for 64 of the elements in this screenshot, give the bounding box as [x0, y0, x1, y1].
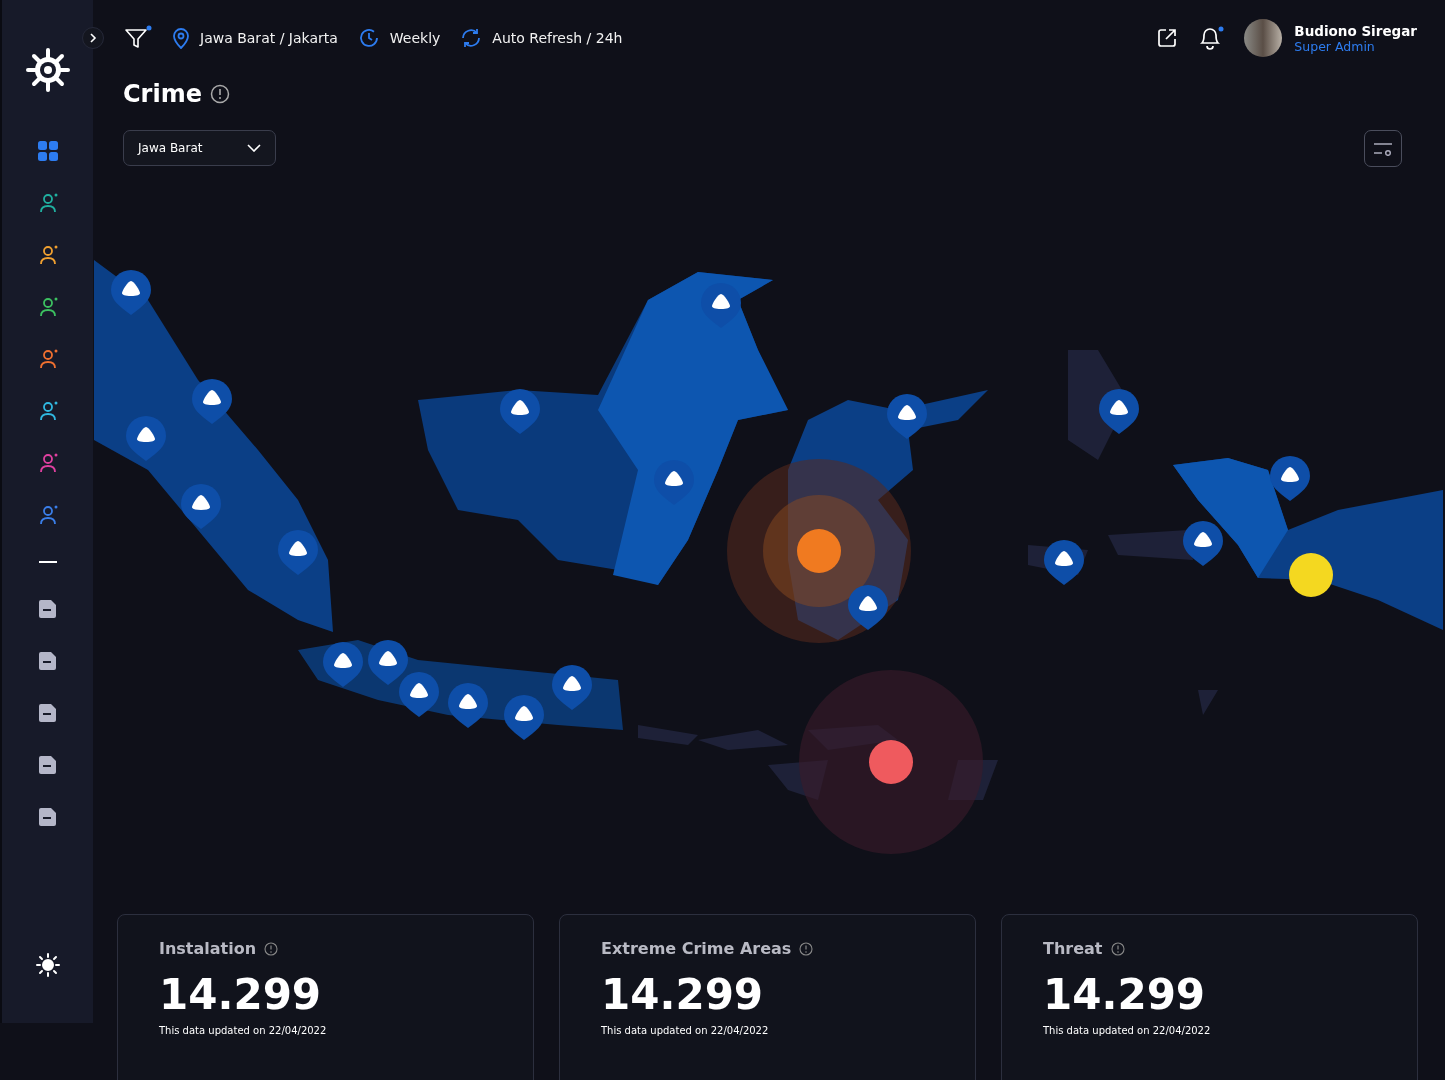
avatar[interactable]: [1244, 19, 1283, 57]
document-icon[interactable]: [36, 754, 59, 776]
chevron-right-icon: [89, 33, 97, 43]
info-icon[interactable]: [799, 941, 814, 956]
location-text[interactable]: Jawa Barat / Jakarta: [200, 30, 338, 46]
map-pin[interactable]: [448, 683, 488, 728]
notification-bell-icon[interactable]: [1198, 26, 1225, 50]
hotspot-marker[interactable]: [869, 740, 913, 784]
location-pin-icon: [172, 27, 190, 49]
document-icon[interactable]: [36, 650, 59, 672]
map-pin[interactable]: [552, 665, 592, 710]
map-pin[interactable]: [848, 585, 888, 630]
expand-button[interactable]: [82, 27, 104, 49]
map-pin[interactable]: [399, 672, 439, 717]
stat-value: 14.299: [1043, 970, 1207, 1019]
document-icon[interactable]: [36, 702, 59, 724]
filter-settings-button[interactable]: [1364, 130, 1402, 167]
map-pin[interactable]: [192, 379, 232, 424]
stat-update-note: This data updated on 22/04/2022: [601, 1025, 770, 1036]
period-text[interactable]: Weekly: [389, 30, 441, 46]
refresh-icon: [460, 27, 483, 49]
info-icon[interactable]: [1110, 941, 1125, 956]
hotspot-marker[interactable]: [797, 529, 841, 573]
stat-update-note: This data updated on 22/04/2022: [1043, 1025, 1212, 1036]
map-pin[interactable]: [1044, 540, 1084, 585]
map-pin[interactable]: [278, 530, 318, 575]
document-icon[interactable]: [36, 806, 59, 828]
region-dropdown[interactable]: Jawa Barat: [123, 130, 276, 166]
map-pin[interactable]: [701, 283, 741, 328]
map-pin[interactable]: [654, 460, 694, 505]
map-pin[interactable]: [504, 695, 544, 740]
chevron-down-icon: [247, 144, 261, 152]
hotspot-marker[interactable]: [1289, 553, 1333, 597]
info-icon[interactable]: [209, 84, 230, 104]
nav-divider: [38, 561, 57, 563]
map-pin[interactable]: [887, 394, 927, 439]
clock-icon: [357, 27, 380, 49]
user-role: Super Admin: [1294, 38, 1375, 54]
map-pin[interactable]: [126, 416, 166, 461]
map-pin[interactable]: [1270, 456, 1310, 501]
stat-value: 14.299: [159, 970, 323, 1019]
stat-value: 14.299: [601, 970, 765, 1019]
sliders-icon: [1373, 141, 1393, 156]
map-pin[interactable]: [368, 640, 408, 685]
stat-label: Instalation: [159, 939, 257, 958]
map-pin[interactable]: [1183, 521, 1223, 566]
sun-icon[interactable]: [35, 953, 60, 977]
map-pin[interactable]: [323, 642, 363, 687]
stat-update-note: This data updated on 22/04/2022: [159, 1025, 328, 1036]
page-title: Crime: [123, 80, 202, 108]
map-pin[interactable]: [1099, 389, 1139, 434]
share-icon[interactable]: [1156, 27, 1179, 49]
dashboard-grid-icon[interactable]: [36, 140, 59, 162]
map-pin[interactable]: [500, 389, 540, 434]
info-icon[interactable]: [264, 941, 279, 956]
document-icon[interactable]: [36, 598, 59, 620]
map-pin[interactable]: [181, 484, 221, 529]
stat-label: Extreme Crime Areas: [601, 939, 792, 958]
filter-icon[interactable]: [124, 25, 152, 51]
gear-logo-icon: [25, 48, 70, 92]
map-pin[interactable]: [111, 270, 151, 315]
stat-label: Threat: [1043, 939, 1103, 958]
refresh-text[interactable]: Auto Refresh / 24h: [492, 30, 623, 46]
user-name: Budiono Siregar: [1294, 22, 1417, 39]
